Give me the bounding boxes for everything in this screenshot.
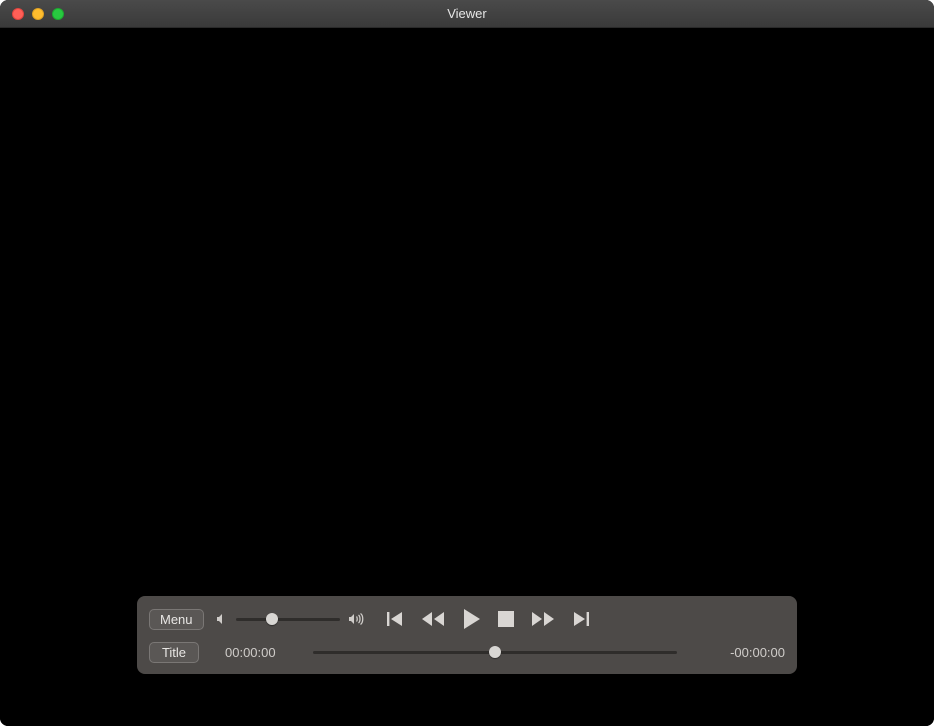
playback-controller: Menu [137,596,797,674]
seek-thumb[interactable] [489,646,501,658]
controller-top-row: Menu [149,604,785,634]
window-controls [0,8,64,20]
titlebar: Viewer [0,0,934,28]
volume-track [236,618,340,621]
app-window: Viewer Menu [0,0,934,726]
controller-bottom-row: Title 00:00:00 -00:00:00 [149,640,785,664]
volume-low-icon [214,611,230,627]
time-elapsed: 00:00:00 [225,645,305,660]
close-window-button[interactable] [12,8,24,20]
seek-slider[interactable] [313,645,677,659]
previous-chapter-button[interactable] [384,608,406,630]
fast-forward-button[interactable] [530,608,556,630]
transport-controls [384,607,592,631]
video-viewport[interactable]: Menu [0,28,934,726]
dvd-title-button[interactable]: Title [149,642,199,663]
volume-thumb[interactable] [266,613,278,625]
zoom-window-button[interactable] [52,8,64,20]
window-title: Viewer [0,6,934,21]
stop-button[interactable] [496,609,516,629]
time-remaining: -00:00:00 [695,645,785,660]
volume-slider[interactable] [236,612,340,626]
volume-high-icon [346,611,366,627]
minimize-window-button[interactable] [32,8,44,20]
volume-group [214,611,366,627]
rewind-button[interactable] [420,608,446,630]
next-chapter-button[interactable] [570,608,592,630]
play-button[interactable] [460,607,482,631]
dvd-menu-button[interactable]: Menu [149,609,204,630]
